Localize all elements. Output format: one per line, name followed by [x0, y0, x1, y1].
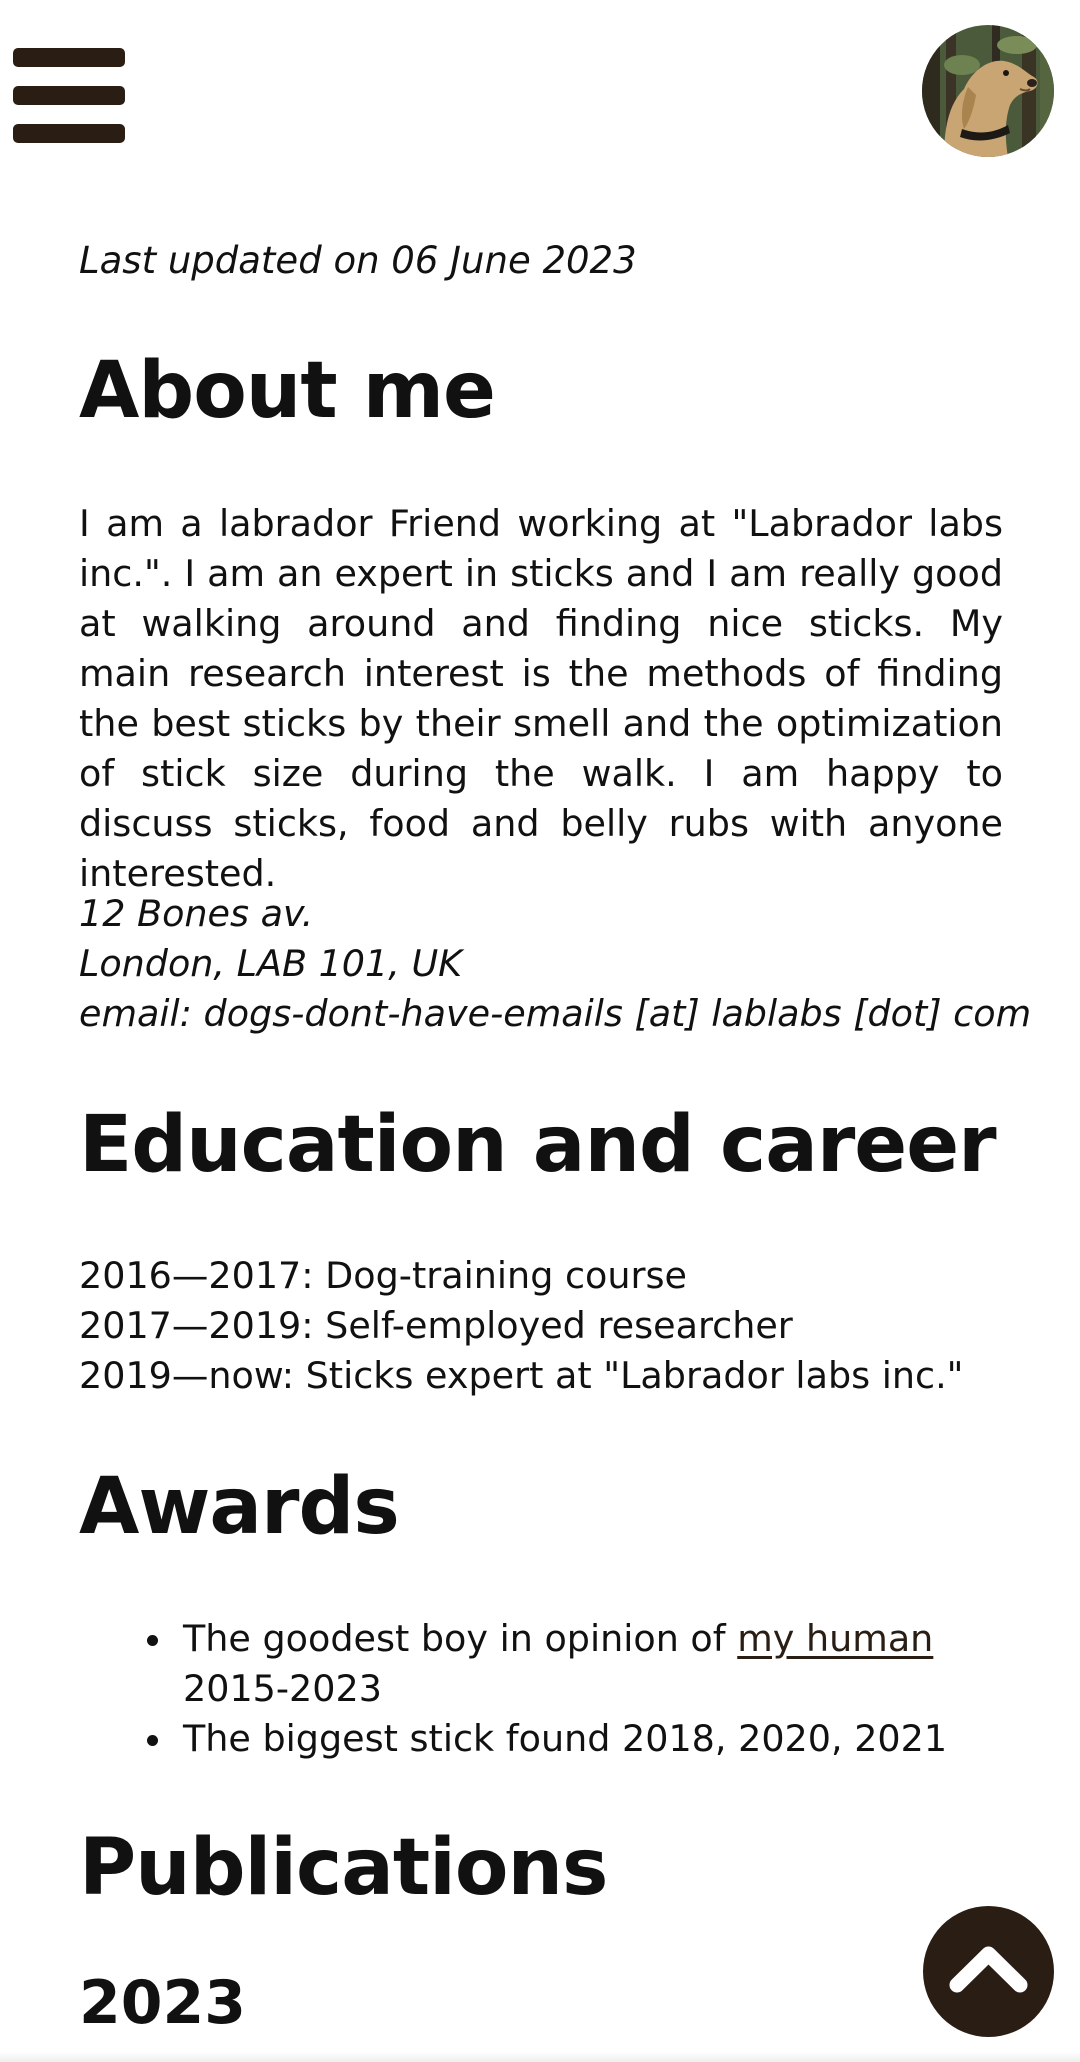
hamburger-menu-button[interactable] — [13, 48, 125, 143]
menu-bar-icon — [13, 48, 125, 67]
chevron-up-icon — [949, 1946, 1028, 1993]
publications-heading: Publications — [79, 1823, 608, 1913]
labrador-avatar-icon — [922, 25, 1054, 157]
awards-heading: Awards — [79, 1462, 400, 1552]
award-item: The biggest stick found 2018, 2020, 2021 — [79, 1714, 947, 1764]
address-block: 12 Bones av. London, LAB 101, UK email: … — [79, 889, 1031, 1039]
publication-year-heading: 2023 — [79, 1968, 246, 2038]
menu-bar-icon — [13, 124, 125, 143]
bullet-icon — [147, 1735, 158, 1746]
award-text: The biggest stick found 2018, 2020, 2021 — [183, 1717, 948, 1760]
avatar[interactable] — [922, 25, 1054, 157]
award-text: The goodest boy in opinion of — [183, 1617, 738, 1660]
address-street: 12 Bones av. — [79, 892, 314, 935]
my-human-link[interactable]: my human — [737, 1617, 933, 1660]
address-city: London, LAB 101, UK — [79, 942, 463, 985]
career-list: 2016—2017: Dog-training course 2017—2019… — [79, 1251, 963, 1401]
career-entry: 2016—2017: Dog-training course — [79, 1254, 687, 1297]
about-heading: About me — [79, 346, 496, 436]
bullet-icon — [147, 1635, 158, 1646]
education-heading: Education and career — [79, 1100, 997, 1190]
bio-paragraph: I am a labrador Friend working at "Labra… — [79, 502, 1003, 895]
last-updated-text: Last updated on 06 June 2023 — [79, 239, 637, 282]
menu-bar-icon — [13, 86, 125, 105]
address-email: email: dogs-dont-have-emails [at] lablab… — [79, 992, 1032, 1035]
award-item: The goodest boy in opinion of my human 2… — [79, 1614, 947, 1714]
awards-list: The goodest boy in opinion of my human 2… — [79, 1614, 947, 1764]
award-years: 2015-2023 — [183, 1667, 382, 1710]
career-entry: 2019—now: Sticks expert at "Labrador lab… — [79, 1354, 964, 1397]
scroll-to-top-button[interactable] — [923, 1906, 1054, 2037]
career-entry: 2017—2019: Self-employed researcher — [79, 1304, 793, 1347]
bottom-edge — [0, 2052, 1080, 2062]
page: Last updated on 06 June 2023 About me I … — [0, 0, 1080, 2062]
